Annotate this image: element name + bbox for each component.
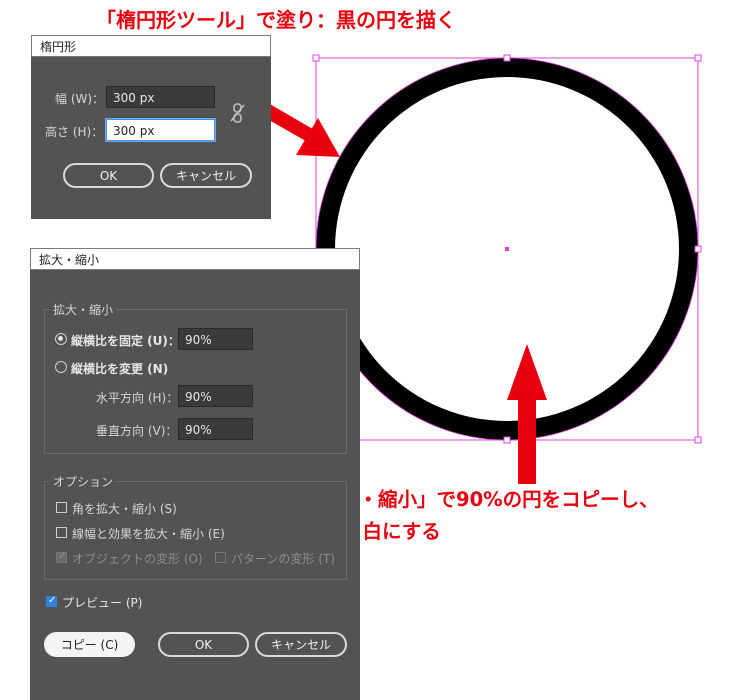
width-field[interactable]: 300 px xyxy=(106,86,215,108)
ellipse-ok-button[interactable]: OK xyxy=(63,163,154,188)
scale-corners-checkbox[interactable] xyxy=(56,502,67,513)
handle-top-center[interactable] xyxy=(503,54,511,62)
height-label: 高さ (H)： xyxy=(45,125,104,139)
options-group-label: オプション xyxy=(50,473,117,490)
annotation-ellipse-step: 「楕円形ツール」で塗り：黒の円を描く xyxy=(96,8,456,32)
scale-ok-button[interactable]: OK xyxy=(158,632,249,657)
scale-strokes-checkbox[interactable] xyxy=(56,527,67,538)
vertical-field[interactable]: 90% xyxy=(178,418,253,440)
handle-middle-right[interactable] xyxy=(694,245,702,253)
handle-top-left[interactable] xyxy=(312,54,320,62)
ellipse-cancel-button[interactable]: キャンセル xyxy=(160,163,252,188)
scale-corners-label[interactable]: 角を拡大・縮小 (S) xyxy=(72,500,177,517)
unlink-icon[interactable] xyxy=(230,102,246,124)
handle-bottom-center[interactable] xyxy=(503,436,511,444)
copy-button[interactable]: コピー (C) xyxy=(44,632,135,657)
vertical-label: 垂直方向 (V)： xyxy=(96,424,178,438)
scale-strokes-label[interactable]: 線幅と効果を拡大・縮小 (E) xyxy=(72,525,225,542)
horizontal-label: 水平方向 (H)： xyxy=(96,391,179,405)
transform-objects-label: オブジェクトの変形 (O) xyxy=(72,552,203,566)
nonuniform-radio[interactable] xyxy=(55,361,67,373)
handle-top-right[interactable] xyxy=(694,54,702,62)
scale-group-label: 拡大・縮小 xyxy=(50,301,117,318)
ellipse-dialog-title: 楕円形 xyxy=(31,35,271,57)
uniform-radio[interactable] xyxy=(55,333,67,345)
nonuniform-label[interactable]: 縦横比を変更 (N) xyxy=(71,360,168,377)
uniform-label[interactable]: 縦横比を固定 (U)： xyxy=(71,332,180,349)
transform-patterns-checkbox xyxy=(215,552,226,563)
check-icon: ✓ xyxy=(48,595,57,606)
width-label: 幅 (W)： xyxy=(55,92,105,106)
handle-bottom-right[interactable] xyxy=(694,436,702,444)
horizontal-field[interactable]: 90% xyxy=(178,385,253,407)
height-field[interactable]: 300 px xyxy=(106,119,215,141)
transform-patterns-label: パターンの変形 (T) xyxy=(231,552,335,566)
center-point xyxy=(505,247,509,251)
preview-checkbox[interactable]: ✓ xyxy=(46,595,57,607)
scale-dialog: 拡大・縮小 拡大・縮小 縦横比を固定 (U)： 90% 縦横比を変更 (N) 水… xyxy=(30,248,360,700)
ellipse-dialog: 楕円形 幅 (W)： 300 px 高さ (H)： 300 px OK キャンセ… xyxy=(31,35,271,219)
transform-objects-checkbox: ✓ xyxy=(56,551,67,563)
check-icon: ✓ xyxy=(58,551,67,562)
preview-label[interactable]: プレビュー (P) xyxy=(62,594,142,611)
scale-dialog-title: 拡大・縮小 xyxy=(30,248,360,270)
uniform-field[interactable]: 90% xyxy=(178,328,253,350)
scale-cancel-button[interactable]: キャンセル xyxy=(255,632,347,657)
